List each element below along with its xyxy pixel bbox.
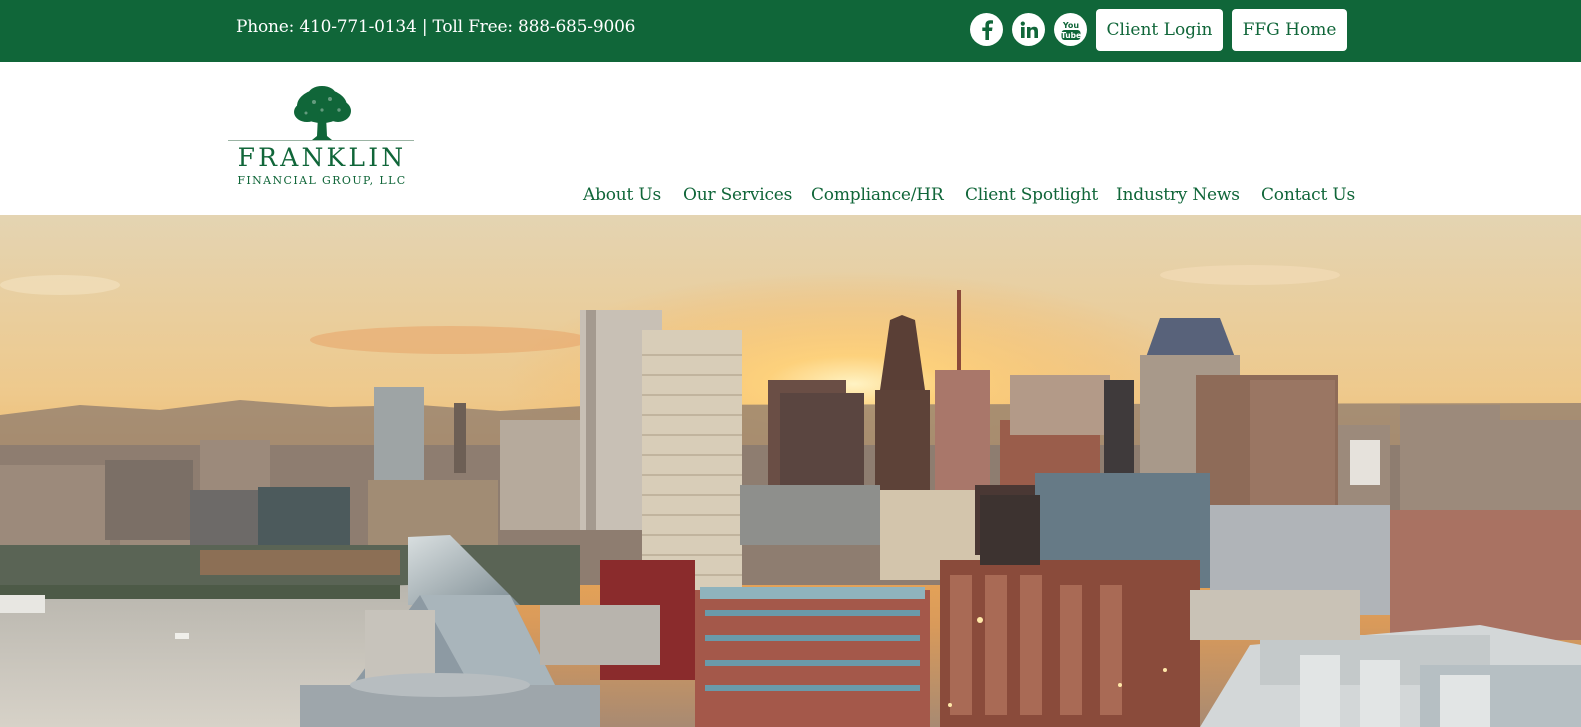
facebook-icon[interactable]: [970, 13, 1003, 46]
nav-about-us[interactable]: About Us: [583, 185, 661, 205]
oak-tree-icon: [294, 86, 351, 140]
nav-industry-news[interactable]: Industry News: [1116, 185, 1240, 205]
nav-our-services[interactable]: Our Services: [683, 185, 792, 205]
hero-city-skyline-image: [0, 215, 1581, 727]
svg-text:You: You: [1061, 21, 1079, 30]
client-login-button[interactable]: Client Login: [1096, 9, 1223, 51]
nav-client-spotlight[interactable]: Client Spotlight: [965, 185, 1098, 205]
svg-text:Tube: Tube: [1060, 31, 1080, 40]
top-bar: Phone: 410-771-0134 | Toll Free: 888-685…: [0, 0, 1581, 62]
youtube-icon[interactable]: You Tube: [1054, 13, 1087, 46]
site-header: FRANKLIN FINANCIAL GROUP, LLC About Us O…: [0, 62, 1581, 215]
logo-divider: [228, 140, 414, 141]
nav-compliance-hr[interactable]: Compliance/HR: [811, 185, 944, 205]
logo-subtitle: FINANCIAL GROUP, LLC: [237, 174, 407, 187]
nav-contact-us[interactable]: Contact Us: [1261, 185, 1355, 205]
franklin-logo[interactable]: FRANKLIN FINANCIAL GROUP, LLC: [228, 86, 416, 190]
logo-name: FRANKLIN: [237, 143, 407, 172]
ffg-home-button[interactable]: FFG Home: [1232, 9, 1347, 51]
contact-phone-text: Phone: 410-771-0134 | Toll Free: 888-685…: [236, 17, 636, 37]
linkedin-icon[interactable]: [1012, 13, 1045, 46]
